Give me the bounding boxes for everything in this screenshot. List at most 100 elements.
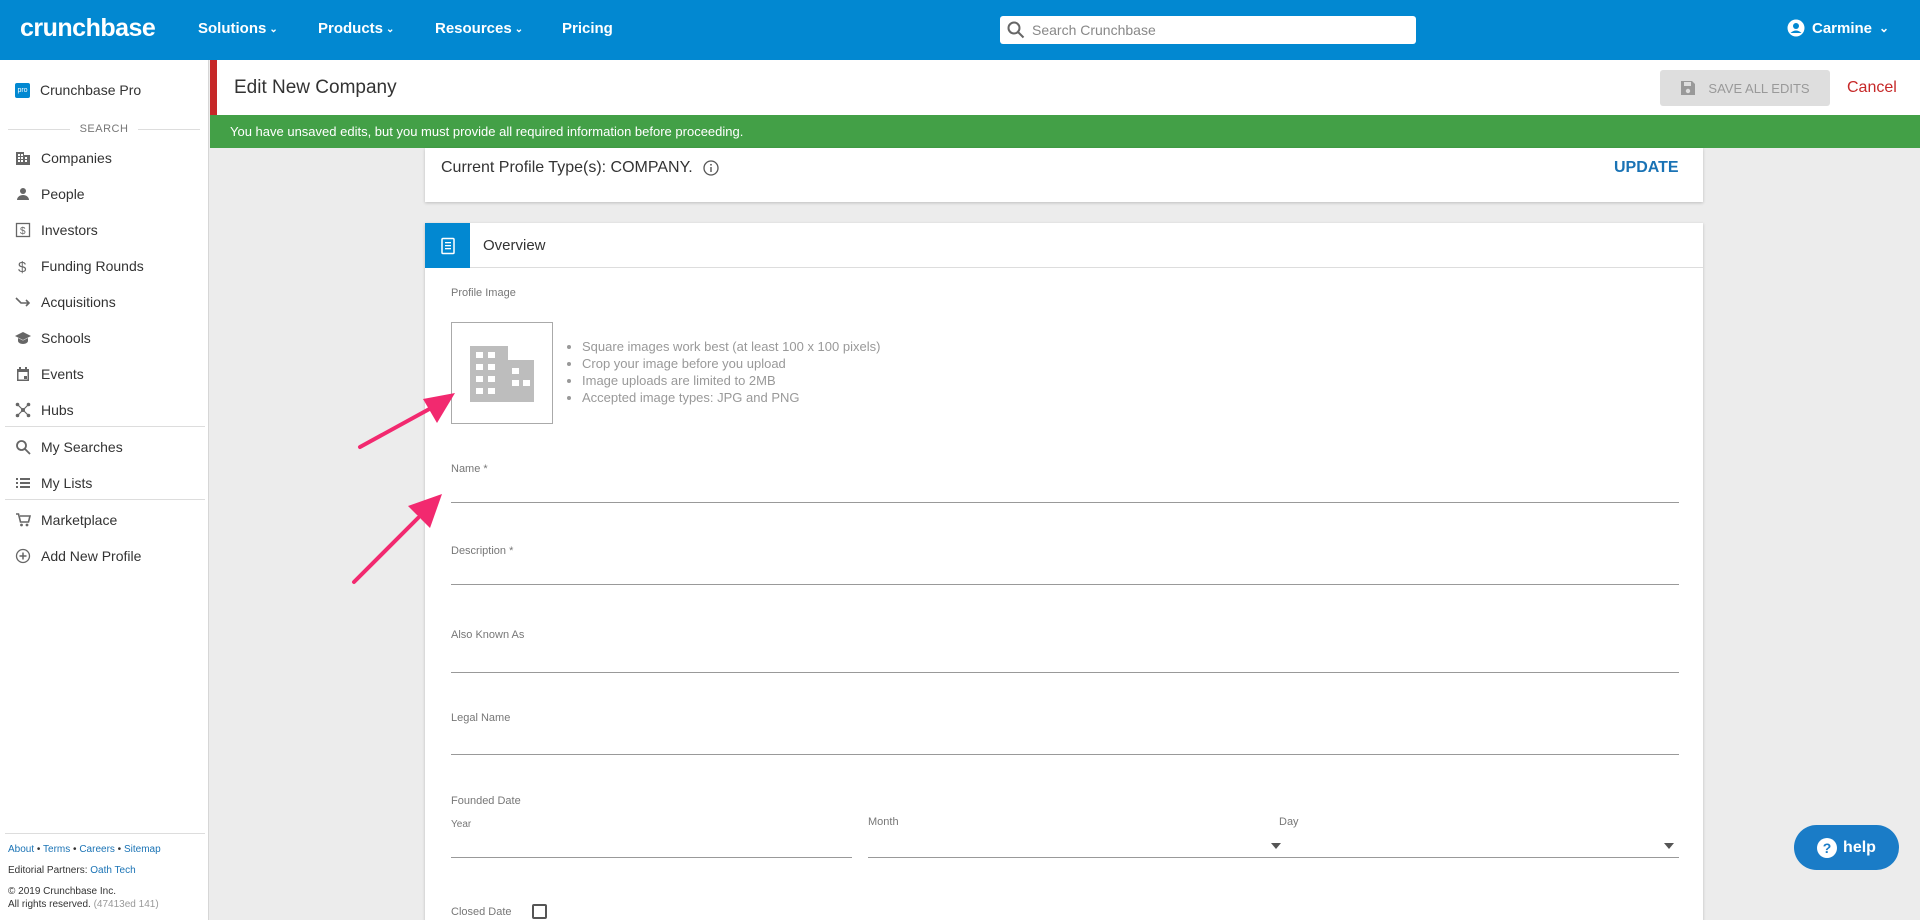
profile-image-upload[interactable]	[451, 322, 553, 424]
save-all-edits-button[interactable]: SAVE ALL EDITS	[1660, 70, 1830, 106]
question-icon: ?	[1817, 837, 1838, 858]
nav-pricing[interactable]: Pricing	[562, 20, 613, 37]
footer-link-sitemap[interactable]: Sitemap	[124, 844, 161, 855]
chevron-down-icon: ⌄	[386, 24, 395, 35]
add-circle-icon	[15, 548, 31, 564]
help-label: help	[1843, 838, 1876, 856]
description-underline	[451, 584, 1679, 585]
editorial-partners: Editorial Partners: Oath Tech	[8, 865, 136, 876]
profile-type-row: Current Profile Type(s): COMPANY.	[441, 159, 719, 177]
closed-date-checkbox[interactable]	[532, 904, 547, 919]
sidebar-item-label: Schools	[41, 330, 91, 346]
top-navigation-bar: crunchbase Solutions ⌄ Products ⌄ Resource…	[0, 0, 1920, 60]
dropdown-arrow-icon	[1664, 843, 1674, 849]
edit-header: Edit New Company SAVE ALL EDITS Cancel	[210, 60, 1920, 115]
sidebar-item-my-lists[interactable]: My Lists	[15, 473, 92, 493]
building-placeholder-icon	[470, 346, 534, 402]
closed-date-label: Closed Date	[451, 906, 512, 918]
cancel-button[interactable]: Cancel	[1847, 79, 1897, 97]
merge-icon	[15, 297, 31, 307]
sidebar-item-add-new-profile[interactable]: Add New Profile	[15, 546, 141, 566]
year-label: Year	[451, 819, 472, 830]
legal-name-input[interactable]	[451, 730, 1679, 754]
user-menu[interactable]: Carmine ⌄	[1787, 19, 1889, 37]
aka-underline	[451, 672, 1679, 673]
year-underline	[451, 857, 852, 858]
aka-input[interactable]	[451, 648, 1679, 672]
sidebar-item-label: People	[41, 186, 85, 202]
sidebar-item-crunchbase-pro[interactable]: pro Crunchbase Pro	[15, 82, 141, 98]
sidebar-item-label: Crunchbase Pro	[40, 82, 142, 98]
sidebar: pro Crunchbase Pro SEARCH Companies Peop…	[0, 60, 209, 920]
nav-resources[interactable]: Resources ⌄	[435, 20, 523, 37]
sidebar-item-label: Marketplace	[41, 512, 118, 528]
partners-label: Editorial Partners:	[8, 865, 88, 876]
profile-type-card: Current Profile Type(s): COMPANY. UPDATE	[425, 148, 1703, 202]
sidebar-item-people[interactable]: People	[15, 184, 85, 204]
building-icon	[16, 152, 30, 165]
sidebar-item-label: Funding Rounds	[41, 258, 144, 274]
sidebar-item-marketplace[interactable]: Marketplace	[15, 510, 117, 530]
search-icon	[16, 440, 31, 455]
description-input[interactable]	[451, 560, 1679, 584]
save-button-label: SAVE ALL EDITS	[1708, 80, 1810, 96]
info-icon[interactable]	[702, 160, 719, 176]
footer-link-terms[interactable]: Terms	[43, 844, 70, 855]
nav-solutions[interactable]: Solutions ⌄	[198, 20, 278, 37]
sidebar-divider	[5, 426, 205, 427]
crunchbase-logo[interactable]: crunchbase	[20, 14, 156, 43]
day-label: Day	[1279, 816, 1299, 828]
chevron-down-icon: ⌄	[514, 24, 524, 35]
calendar-icon	[17, 367, 29, 381]
sidebar-item-companies[interactable]: Companies	[15, 148, 112, 168]
sidebar-item-hubs[interactable]: Hubs	[15, 400, 74, 420]
profile-image-label: Profile Image	[451, 287, 516, 299]
chevron-down-icon: ⌄	[1879, 21, 1890, 35]
save-icon	[1681, 81, 1696, 95]
sidebar-item-label: Investors	[41, 222, 98, 238]
partners-link[interactable]: Oath Tech	[90, 865, 135, 876]
list-icon	[16, 478, 30, 488]
name-input[interactable]	[451, 478, 1679, 502]
name-underline	[451, 502, 1679, 503]
footer-link-careers[interactable]: Careers	[79, 844, 115, 855]
dollar-icon: $	[18, 259, 27, 274]
founded-month-select[interactable]	[868, 833, 1286, 857]
sidebar-item-my-searches[interactable]: My Searches	[15, 437, 123, 457]
sidebar-item-label: Acquisitions	[41, 294, 116, 310]
founded-date-label: Founded Date	[451, 795, 521, 807]
sidebar-item-events[interactable]: Events	[15, 364, 84, 384]
sidebar-item-acquisitions[interactable]: Acquisitions	[15, 292, 116, 312]
sidebar-item-label: Add New Profile	[41, 548, 142, 564]
profile-type-text: Current Profile Type(s): COMPANY.	[441, 159, 693, 176]
founded-year-input[interactable]	[451, 833, 852, 857]
sidebar-item-schools[interactable]: Schools	[15, 328, 91, 348]
sidebar-section-search: SEARCH	[8, 123, 200, 135]
svg-text:$: $	[20, 226, 26, 237]
nav-solutions-label: Solutions	[198, 20, 267, 37]
investor-icon: $	[15, 222, 31, 238]
update-button[interactable]: UPDATE	[1614, 159, 1679, 177]
list-item: Accepted image types: JPG and PNG	[582, 389, 880, 406]
document-icon	[425, 223, 470, 268]
help-button[interactable]: ? help	[1794, 825, 1899, 870]
legal-name-underline	[451, 754, 1679, 755]
unsaved-indicator	[210, 60, 217, 115]
month-underline	[868, 857, 1286, 858]
sidebar-item-label: Companies	[41, 150, 112, 166]
footer-link-about[interactable]: About	[8, 844, 34, 855]
list-item: Crop your image before you upload	[582, 355, 880, 372]
search-box[interactable]	[1000, 16, 1416, 44]
description-label: Description *	[451, 545, 514, 557]
search-icon	[1007, 21, 1025, 39]
nav-pricing-label: Pricing	[562, 20, 613, 37]
sidebar-item-label: Hubs	[41, 402, 74, 418]
search-input[interactable]	[1032, 19, 1402, 41]
nav-products[interactable]: Products ⌄	[318, 20, 394, 37]
sidebar-item-funding-rounds[interactable]: $ Funding Rounds	[15, 256, 144, 276]
day-underline	[1279, 857, 1679, 858]
founded-day-select[interactable]	[1279, 833, 1679, 857]
image-tips-list: Square images work best (at least 100 x …	[566, 338, 880, 406]
list-item: Square images work best (at least 100 x …	[582, 338, 880, 355]
sidebar-item-investors[interactable]: $ Investors	[15, 220, 98, 240]
